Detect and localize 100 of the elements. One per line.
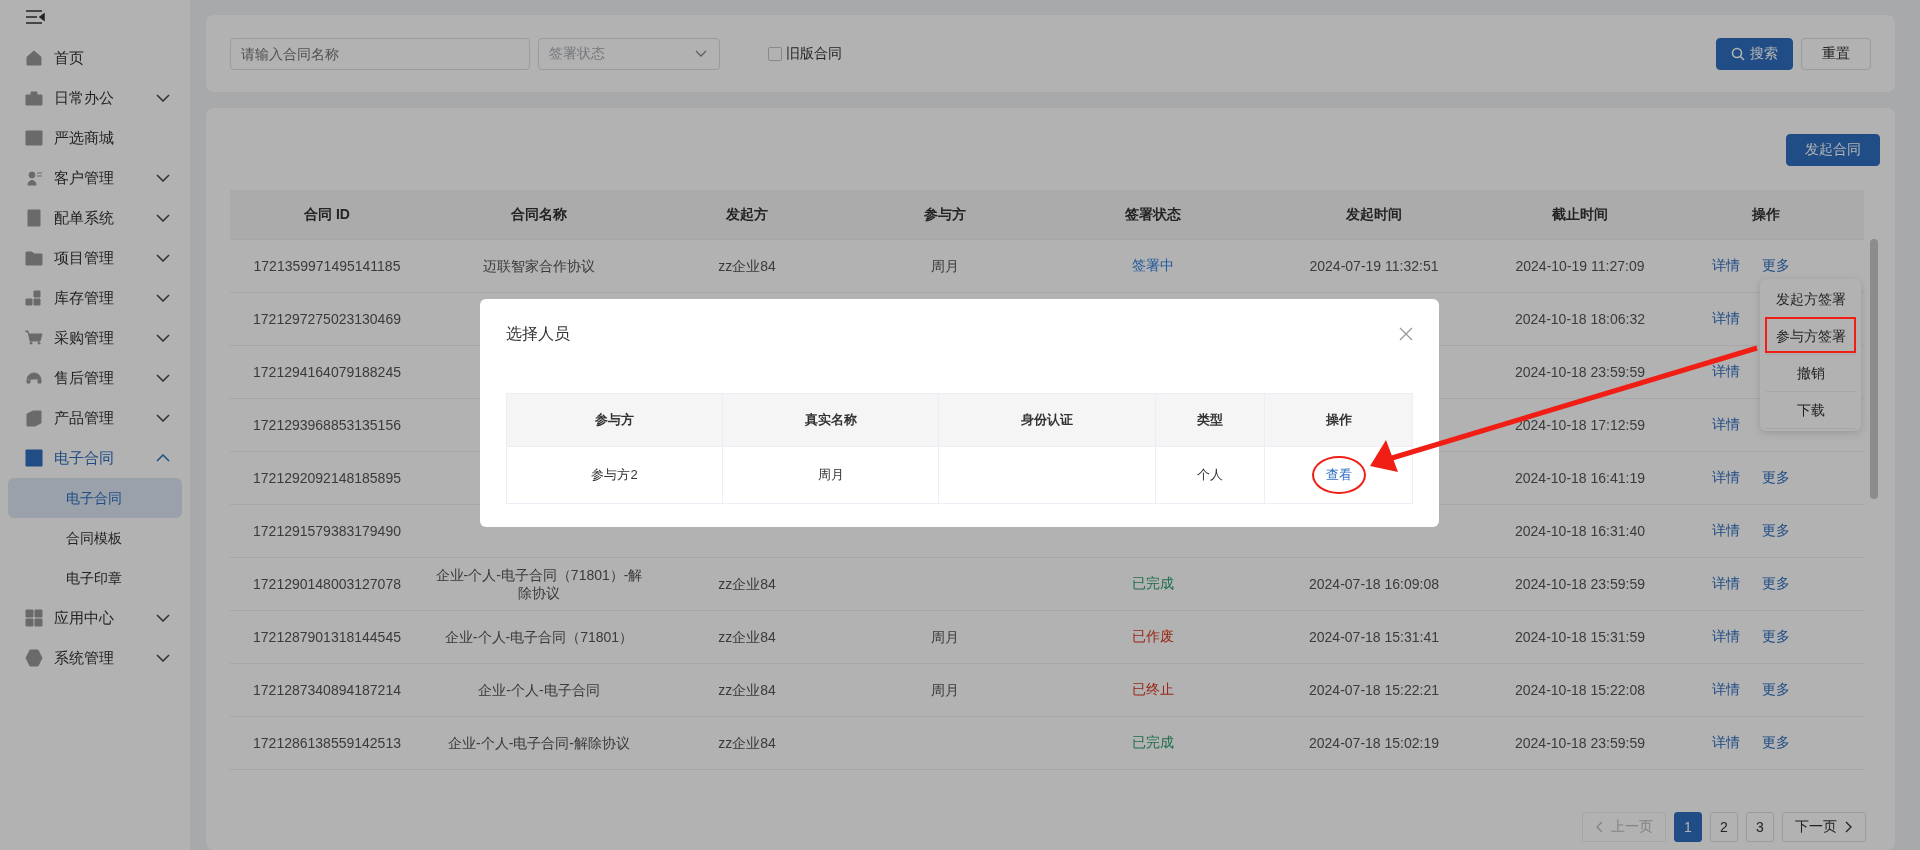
sidebar-item[interactable]: 售后管理 [0,358,190,398]
column-header: 类型 [1156,394,1265,446]
table-cell: 周月 [931,680,959,700]
table-cell: 1721293968853135156 [253,415,401,435]
action-link[interactable]: 详情 [1712,575,1740,593]
column-header: 操作 [1324,411,1353,429]
table-cell: zz企业84 [718,256,776,276]
blocks-icon [24,288,44,308]
table-cell: 2024-07-18 15:02:19 [1309,733,1439,753]
column-header: 身份认证 [939,394,1156,446]
table-cell: 1721292092148185895 [253,468,401,488]
action-link[interactable]: 详情 [1712,681,1740,699]
action-link[interactable]: 详情 [1712,363,1740,381]
action-link[interactable]: 详情 [1712,310,1740,328]
action-link[interactable]: 详情 [1712,522,1740,540]
table-cell: 企业-个人-电子合同（71801） [444,627,634,647]
sidebar-subitem[interactable]: 电子合同 [8,478,182,518]
action-link[interactable]: 详情 [1712,469,1740,487]
briefcase-icon [24,88,44,108]
table-cell: 参与方2 [591,466,638,484]
hexagon-icon [24,648,44,668]
new-contract-button[interactable]: 发起合同 [1786,134,1880,166]
next-page-button[interactable]: 下一页 [1782,812,1866,842]
table-cell: 2024-07-18 15:22:21 [1309,680,1439,700]
menu-item[interactable]: 发起方签署 [1766,281,1855,318]
sidebar-subitem[interactable]: 合同模板 [8,518,182,558]
sidebar-item[interactable]: 电子合同 [0,438,190,478]
sidebar-item[interactable]: 严选商城 [0,118,190,158]
sidebar-item[interactable]: 采购管理 [0,318,190,358]
action-link[interactable]: 更多 [1762,469,1790,487]
column-header: 截止时间 [1551,204,1609,224]
menu-item[interactable]: 撤销 [1766,355,1855,392]
table-cell: 2024-10-18 23:59:59 [1515,733,1645,753]
page-button[interactable]: 1 [1674,812,1702,842]
status-select[interactable]: 签署状态 [538,37,720,70]
sidebar-item[interactable]: 产品管理 [0,398,190,438]
column-header: 参与方 [507,394,723,446]
table-cell: 2024-10-19 11:27:09 [1515,256,1645,276]
checkbox[interactable] [768,46,782,61]
column-header: 真实名称 [723,394,939,446]
checkbox-label: 旧版合同 [786,44,842,63]
table-cell: 2024-07-19 11:32:51 [1309,256,1439,276]
action-link[interactable]: 更多 [1762,575,1790,593]
menu-item[interactable]: 参与方签署 [1766,318,1855,355]
table-cell: 个人 [1197,466,1223,484]
sidebar-item[interactable]: 日常办公 [0,78,190,118]
person-icon [24,168,44,188]
document-icon [24,208,44,228]
table-cell: 2024-10-18 15:31:59 [1515,627,1645,647]
action-link[interactable]: 更多 [1762,681,1790,699]
sidebar-item[interactable]: 配单系统 [0,198,190,238]
search-button[interactable]: 搜索 [1716,37,1793,70]
sidebar-item[interactable]: 项目管理 [0,238,190,278]
page-button[interactable]: 2 [1710,812,1738,842]
reset-button[interactable]: 重置 [1801,37,1871,70]
table-cell: 1721297275023130469 [253,309,401,329]
table-cell: 2024-10-18 15:22:08 [1515,680,1645,700]
sidebar-item[interactable]: 系统管理 [0,638,190,678]
menu-icon[interactable] [25,10,45,24]
action-link[interactable]: 详情 [1712,416,1740,434]
page-button[interactable]: 3 [1746,812,1774,842]
dialog-title: 选择人员 [506,323,570,344]
status-text: 已完成 [1132,575,1174,593]
action-link[interactable]: 详情 [1712,628,1740,646]
close-icon[interactable] [1399,327,1413,341]
action-link[interactable]: 更多 [1762,734,1790,752]
view-link[interactable]: 查看 [1325,466,1352,484]
folder-icon [24,248,44,268]
table-cell-text: 企业-个人-电子合同（71801）-解除协议 [434,565,644,603]
table-cell: zz企业84 [718,680,776,700]
chevron-left-icon [1595,821,1603,833]
table-cell: 迈联智家合作协议 [483,256,595,276]
status-text: 已作废 [1132,628,1174,646]
table-cell: 2024-10-18 16:41:19 [1515,468,1645,488]
table-cell: 1721286138559142513 [253,733,401,753]
action-link[interactable]: 更多 [1762,522,1790,540]
table-cell: 1721287901318144545 [253,627,401,647]
chevron-right-icon [1845,821,1853,833]
action-link[interactable]: 详情 [1712,257,1740,275]
table-cell: 2024-10-18 23:59:59 [1515,574,1645,594]
column-header: 发起方 [725,204,769,224]
column-header: 参与方 [923,204,967,224]
action-link[interactable]: 更多 [1762,257,1790,275]
action-link[interactable]: 更多 [1762,628,1790,646]
scrollbar-thumb[interactable] [1870,239,1878,499]
sidebar-item[interactable]: 库存管理 [0,278,190,318]
sidebar-subitem[interactable]: 电子印章 [8,558,182,598]
table-cell: 周月 [931,627,959,647]
table-cell: 2024-10-18 17:12:59 [1515,415,1645,435]
menu-item[interactable]: 下载 [1766,392,1855,429]
search-icon [1731,46,1745,61]
contract-name-field[interactable]: 请输入合同名称 [230,37,530,70]
sidebar-item[interactable]: 应用中心 [0,598,190,638]
sidebar-item[interactable]: 首页 [0,38,190,78]
table-cell: 周月 [817,466,844,484]
column-header: 签署状态 [1124,204,1182,224]
sidebar-item[interactable]: 客户管理 [0,158,190,198]
action-link[interactable]: 详情 [1712,734,1740,752]
table-cell: 2024-10-18 18:06:32 [1515,309,1645,329]
column-header: 合同 ID [303,204,351,224]
